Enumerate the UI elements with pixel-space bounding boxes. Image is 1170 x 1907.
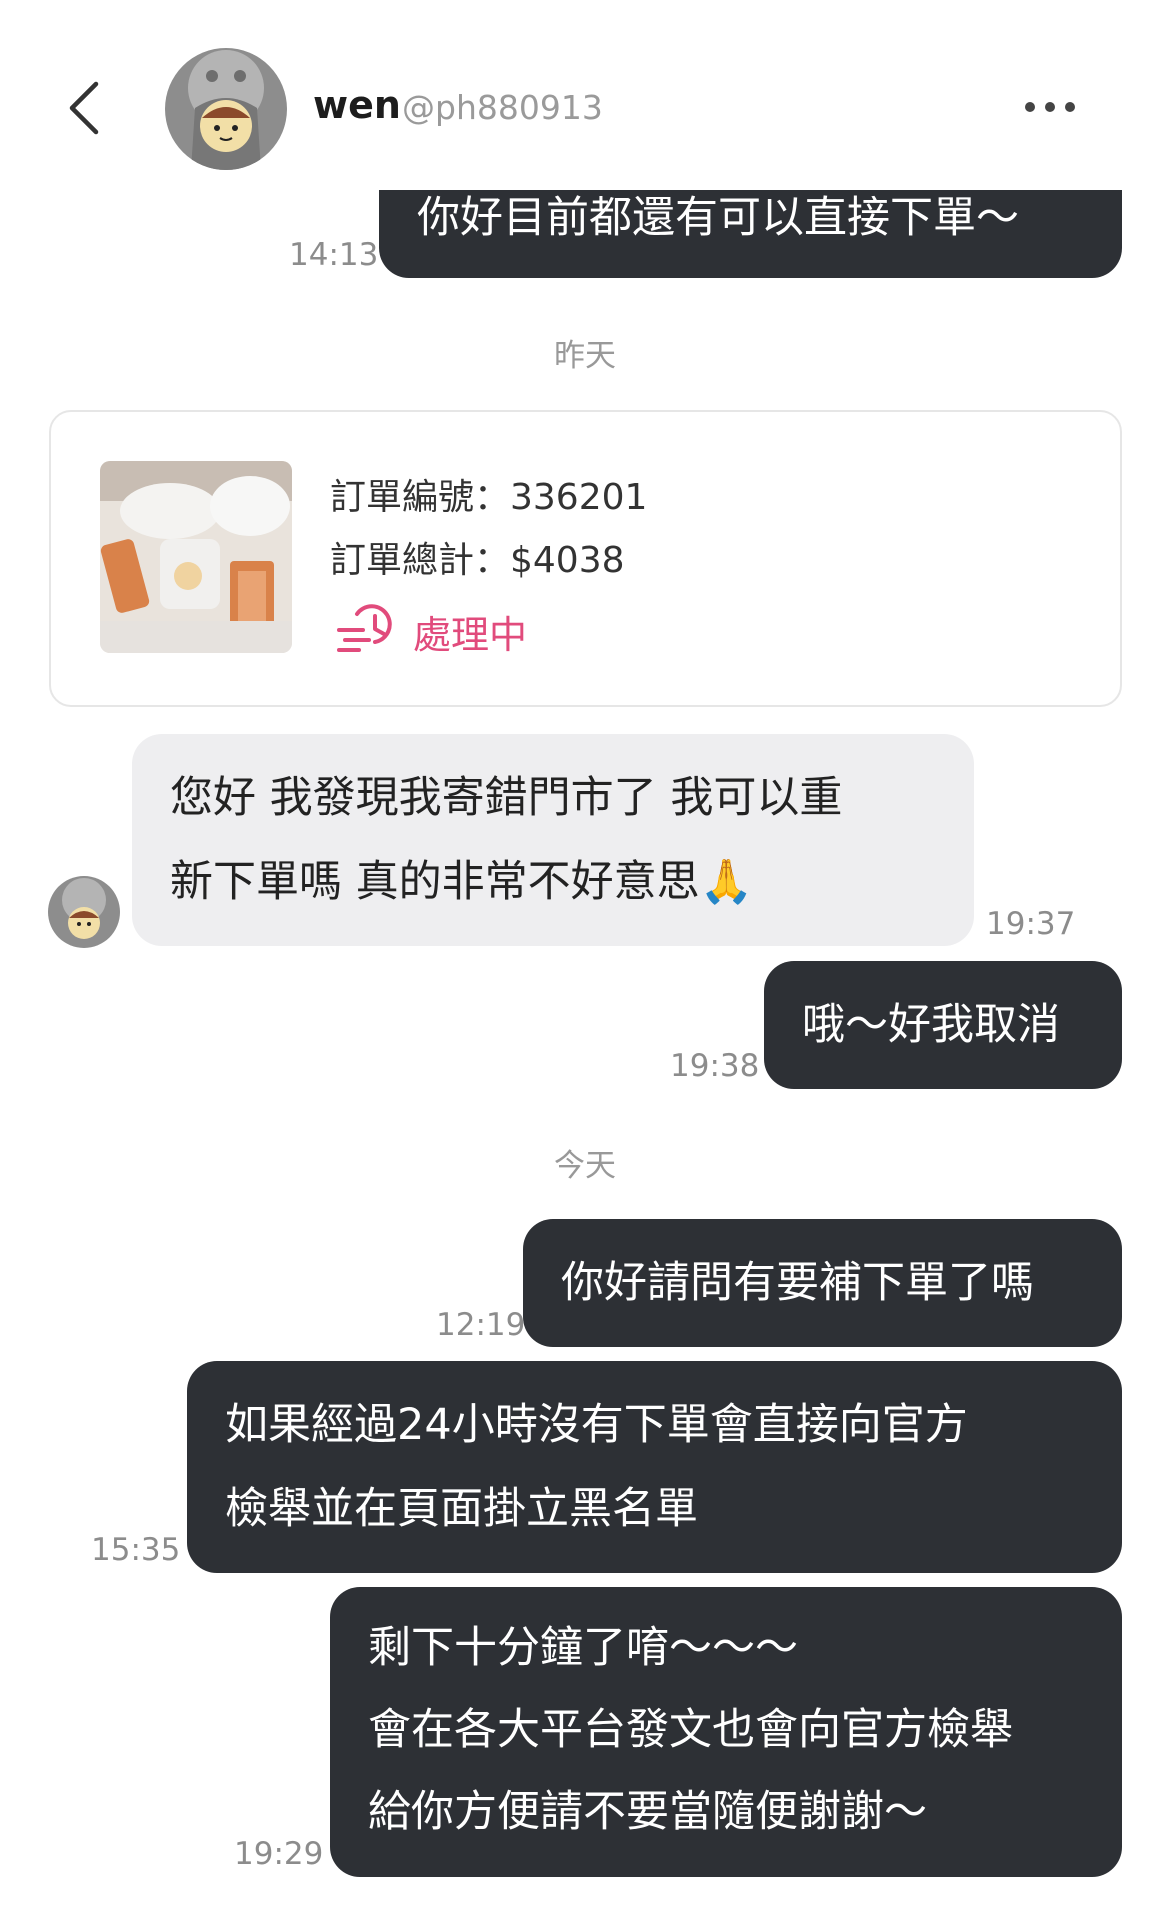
message-text: 如果經過24小時沒有下單會直接向官方	[225, 1400, 968, 1450]
message-time: 15:35	[91, 1532, 181, 1568]
more-options-icon[interactable]	[1022, 92, 1078, 122]
message-bubble-sent[interactable]: 如果經過24小時沒有下單會直接向官方 檢舉並在頁面掛立黑名單	[187, 1361, 1122, 1573]
message-text: 您好 我發現我寄錯門市了 我可以重	[170, 773, 843, 823]
day-separator: 昨天	[554, 338, 616, 374]
message-text: 會在各大平台發文也會向官方檢舉	[368, 1705, 1013, 1755]
message-bubble-sent[interactable]: 你好請問有要補下單了嗎	[523, 1219, 1122, 1347]
avatar[interactable]	[48, 876, 120, 948]
chat-header: wen @ph880913	[0, 0, 1170, 190]
message-time: 19:38	[670, 1048, 760, 1084]
order-total: 訂單總計：$4038	[330, 540, 625, 581]
message-text: 哦～好我取消	[802, 1000, 1060, 1050]
username[interactable]: wen	[313, 83, 401, 127]
message-bubble-received[interactable]: 您好 我發現我寄錯門市了 我可以重 新下單嗎 真的非常不好意思🙏	[132, 734, 974, 946]
back-icon[interactable]	[62, 78, 106, 138]
message-text: 給你方便請不要當隨便謝謝～	[368, 1787, 927, 1837]
day-separator: 今天	[554, 1148, 616, 1184]
order-status-label: 處理中	[413, 613, 528, 657]
message-bubble-sent[interactable]: 剩下十分鐘了唷～～～ 會在各大平台發文也會向官方檢舉 給你方便請不要當隨便謝謝～	[330, 1587, 1122, 1877]
message-text: 剩下十分鐘了唷～～～	[368, 1623, 798, 1673]
message-text: 檢舉並在頁面掛立黑名單	[225, 1484, 698, 1534]
processing-clock-icon	[335, 600, 395, 660]
avatar[interactable]	[165, 48, 287, 170]
message-time: 19:37	[986, 906, 1076, 942]
message-time: 12:19	[436, 1307, 526, 1343]
order-card[interactable]: 訂單編號：336201 訂單總計：$4038 處理中	[49, 410, 1122, 707]
message-bubble-sent[interactable]: 哦～好我取消	[764, 961, 1122, 1089]
order-number: 訂單編號：336201	[330, 477, 648, 518]
message-text: 你好目前都還有可以直接下單～	[417, 193, 1019, 243]
message-time: 14:13	[289, 237, 379, 273]
message-time: 19:29	[234, 1836, 324, 1872]
user-handle: @ph880913	[402, 88, 603, 127]
order-thumbnail	[100, 461, 292, 653]
message-text: 你好請問有要補下單了嗎	[561, 1258, 1034, 1308]
message-text: 新下單嗎 真的非常不好意思🙏	[170, 857, 754, 907]
